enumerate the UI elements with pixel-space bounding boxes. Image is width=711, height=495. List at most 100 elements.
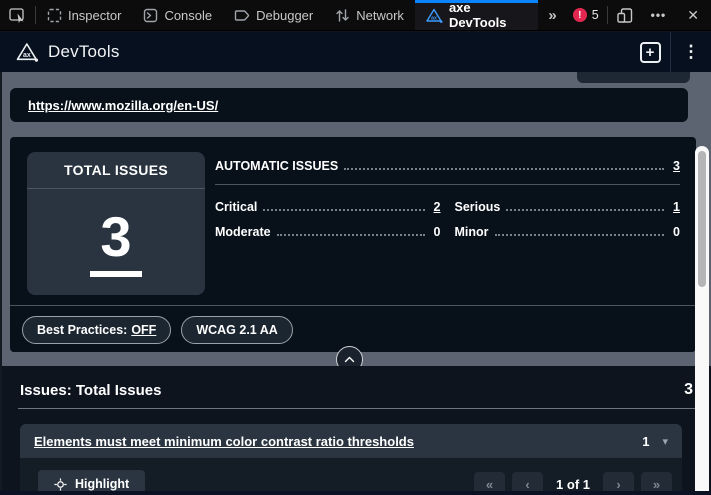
severity-row-critical: Critical 2: [215, 200, 441, 214]
dotted-leader: [495, 234, 664, 236]
severity-row-serious: Serious 1: [455, 200, 681, 214]
devtools-window: Inspector Console Debugger Network ax ax…: [0, 0, 711, 495]
scanned-url-bar: https://www.mozilla.org/en-US/: [10, 88, 688, 122]
severity-label: Serious: [455, 200, 501, 214]
issue-card: Elements must meet minimum color contras…: [20, 424, 682, 495]
axe-panel-content: https://www.mozilla.org/en-US/ TOTAL ISS…: [0, 72, 711, 495]
meatball-menu-icon: •••: [651, 8, 667, 22]
tab-overflow-button[interactable]: »: [538, 0, 564, 30]
wcag-label: WCAG 2.1 AA: [196, 323, 278, 337]
axe-logo-icon: ax: [16, 42, 39, 62]
wcag-standard-pill[interactable]: WCAG 2.1 AA: [181, 316, 293, 344]
stats-divider: [215, 184, 680, 185]
total-issues-value: 3: [90, 207, 141, 277]
devtools-menu-button[interactable]: •••: [642, 0, 676, 30]
window-bottom-edge: [0, 491, 711, 495]
error-count: 5: [592, 8, 599, 22]
header-actions: + ⋮: [630, 32, 711, 72]
tab-label: Network: [356, 8, 404, 23]
tab-label: axe DevTools: [449, 0, 527, 30]
issues-heading: Issues: Total Issues: [20, 382, 161, 399]
crosshair-icon: [54, 478, 67, 491]
tab-label: Debugger: [256, 8, 313, 23]
inspector-icon: [47, 8, 62, 23]
network-icon: [335, 8, 350, 23]
node-picker-icon: [9, 8, 26, 23]
chevron-left-icon: ‹: [525, 477, 529, 492]
responsive-mode-icon: [617, 8, 633, 23]
devtools-tabbar: Inspector Console Debugger Network ax ax…: [0, 0, 711, 31]
overflow-chevrons-icon: »: [548, 7, 554, 24]
node-picker-button[interactable]: [0, 0, 35, 30]
issue-header-right: 1 ▾: [642, 434, 668, 449]
axe-logo-icon: ax: [426, 8, 443, 23]
console-error-count-button[interactable]: ! 5: [565, 0, 607, 30]
close-icon: ✕: [687, 7, 699, 24]
plus-icon: +: [640, 42, 661, 63]
dotted-leader: [277, 234, 425, 236]
severity-label: Critical: [215, 200, 257, 214]
issue-instance-count: 1: [642, 434, 649, 449]
dotted-leader: [263, 209, 424, 211]
automatic-issues-row: AUTOMATIC ISSUES 3: [215, 159, 680, 173]
summary-divider: [10, 305, 696, 306]
severity-row-minor: Minor 0: [455, 225, 681, 239]
svg-text:ax: ax: [23, 52, 31, 59]
svg-text:ax: ax: [431, 15, 437, 21]
kebab-icon: ⋮: [683, 42, 700, 61]
automatic-issues-label: AUTOMATIC ISSUES: [215, 159, 338, 173]
severity-label: Minor: [455, 225, 489, 239]
chevron-down-icon[interactable]: ▾: [662, 435, 668, 448]
error-badge-icon: !: [573, 8, 587, 22]
double-chevron-right-icon: »: [653, 477, 660, 492]
dotted-leader: [506, 209, 664, 211]
double-chevron-left-icon: «: [486, 477, 493, 492]
chevron-right-icon: ›: [616, 477, 620, 492]
severity-label: Moderate: [215, 225, 271, 239]
scanned-url-link[interactable]: https://www.mozilla.org/en-US/: [28, 98, 218, 113]
tab-axe-devtools[interactable]: ax axe DevTools: [415, 0, 538, 30]
dotted-leader: [344, 168, 664, 170]
issue-card-body: Highlight « ‹ 1 of 1 › »: [20, 458, 682, 495]
summary-panel: TOTAL ISSUES 3 AUTOMATIC ISSUES 3 Critic…: [10, 137, 696, 352]
scrollbar-thumb[interactable]: [698, 151, 706, 287]
issue-rule-link[interactable]: Elements must meet minimum color contras…: [34, 434, 414, 449]
issues-total-count: 3: [684, 381, 693, 399]
best-practices-state: OFF: [131, 323, 156, 337]
severity-count-link[interactable]: 2: [431, 200, 441, 214]
total-issues-card: TOTAL ISSUES 3: [27, 152, 205, 295]
tab-label: Console: [164, 8, 212, 23]
issue-breakdown: AUTOMATIC ISSUES 3 Critical 2 Serious 1: [215, 159, 680, 239]
new-scan-button[interactable]: +: [630, 32, 670, 72]
severity-row-moderate: Moderate 0: [215, 225, 441, 239]
tab-debugger[interactable]: Debugger: [223, 0, 324, 30]
severity-count: 0: [670, 225, 680, 239]
tab-console[interactable]: Console: [132, 0, 223, 30]
tab-inspector[interactable]: Inspector: [36, 0, 132, 30]
issues-section: Issues: Total Issues 3 Elements must mee…: [2, 366, 711, 495]
tab-label: Inspector: [68, 8, 121, 23]
severity-grid: Critical 2 Serious 1 Moderate 0: [215, 200, 680, 239]
debugger-icon: [234, 8, 250, 23]
automatic-issues-count-link[interactable]: 3: [670, 159, 680, 173]
chevron-up-icon: [344, 356, 355, 363]
best-practices-label: Best Practices:: [37, 323, 127, 337]
extension-title: DevTools: [48, 42, 120, 62]
close-devtools-button[interactable]: ✕: [675, 0, 711, 30]
page-indicator: 1 of 1: [556, 477, 590, 492]
total-issues-label: TOTAL ISSUES: [27, 152, 205, 189]
scan-settings: Best Practices: OFF WCAG 2.1 AA: [22, 316, 293, 344]
total-issues-value-wrap: 3: [27, 189, 205, 295]
axe-devtools-header: ax DevTools + ⋮: [0, 32, 711, 72]
highlight-label: Highlight: [75, 477, 129, 491]
scrollbar-track: [695, 146, 709, 495]
issue-card-header: Elements must meet minimum color contras…: [20, 424, 682, 458]
best-practices-toggle[interactable]: Best Practices: OFF: [22, 316, 171, 344]
responsive-mode-button[interactable]: [608, 0, 642, 30]
scrolled-button-remnant: [577, 72, 690, 83]
severity-count-link[interactable]: 1: [670, 200, 680, 214]
issues-header: Issues: Total Issues 3: [18, 381, 695, 409]
console-icon: [143, 8, 158, 23]
tab-network[interactable]: Network: [324, 0, 415, 30]
extension-menu-button[interactable]: ⋮: [671, 32, 711, 72]
